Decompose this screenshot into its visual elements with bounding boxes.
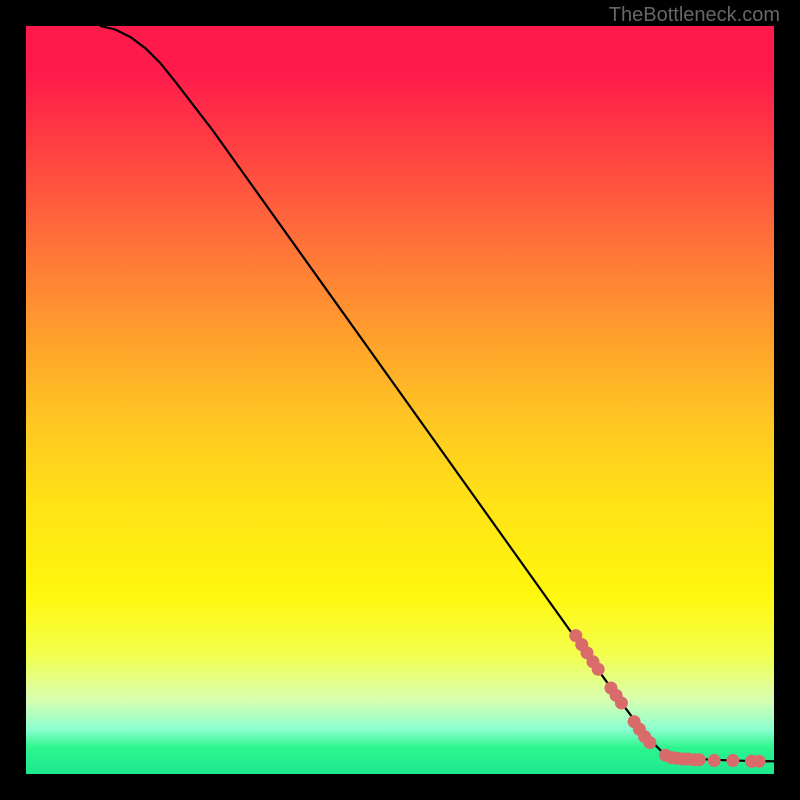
scatter-markers — [569, 629, 765, 768]
watermark-label: TheBottleneck.com — [609, 4, 780, 27]
chart-plot-area — [26, 26, 774, 774]
scatter-point — [726, 754, 739, 767]
scatter-point — [693, 753, 706, 766]
scatter-point — [753, 755, 766, 768]
scatter-point — [592, 663, 605, 676]
chart-svg-layer — [26, 26, 774, 774]
scatter-point — [643, 736, 656, 749]
scatter-point — [708, 754, 721, 767]
curve-line — [101, 26, 774, 761]
scatter-point — [615, 696, 628, 709]
